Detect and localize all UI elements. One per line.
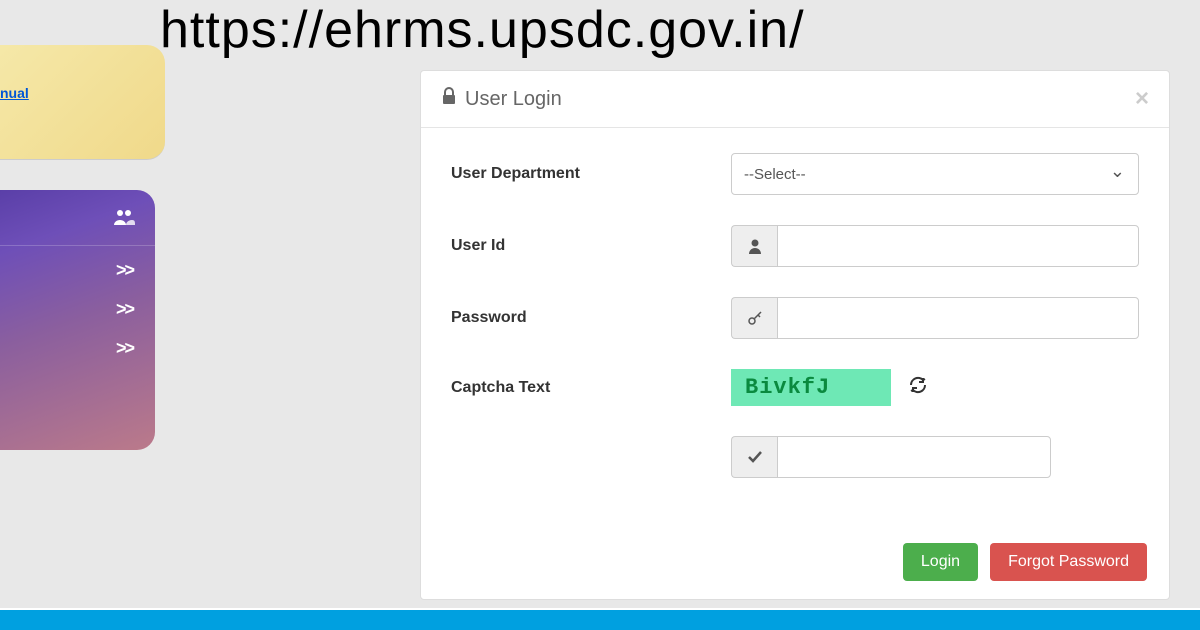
- key-icon: [731, 297, 777, 339]
- page-url-heading: https://ehrms.upsdc.gov.in/: [160, 0, 805, 60]
- label-userid: User Id: [451, 237, 731, 255]
- chevron-item[interactable]: >>: [116, 260, 133, 281]
- users-icon: [113, 208, 135, 232]
- login-modal: User Login × User Department --Select-- …: [420, 70, 1170, 600]
- captcha-image: BivkfJ: [731, 369, 891, 406]
- login-button[interactable]: Login: [903, 543, 978, 581]
- label-captcha: Captcha Text: [451, 379, 731, 397]
- label-department: User Department: [451, 165, 731, 183]
- manual-link[interactable]: nual: [0, 85, 29, 101]
- chevron-item[interactable]: >>: [116, 299, 133, 320]
- department-select[interactable]: --Select--: [731, 153, 1139, 195]
- close-icon[interactable]: ×: [1135, 85, 1149, 113]
- sidebar-card-users: >> >> >>: [0, 190, 155, 450]
- chevron-item[interactable]: >>: [116, 338, 133, 359]
- check-icon: [731, 436, 777, 478]
- modal-header: User Login ×: [421, 71, 1169, 128]
- lock-icon: [441, 87, 457, 111]
- userid-input[interactable]: [777, 225, 1139, 267]
- captcha-input[interactable]: [777, 436, 1051, 478]
- forgot-password-button[interactable]: Forgot Password: [990, 543, 1147, 581]
- refresh-icon[interactable]: [909, 376, 927, 399]
- label-password: Password: [451, 309, 731, 327]
- modal-title-text: User Login: [465, 88, 562, 111]
- password-input[interactable]: [777, 297, 1139, 339]
- user-icon: [731, 225, 777, 267]
- sidebar-card-manual: nual: [0, 45, 165, 160]
- footer-bar: [0, 608, 1200, 630]
- divider: [0, 245, 155, 246]
